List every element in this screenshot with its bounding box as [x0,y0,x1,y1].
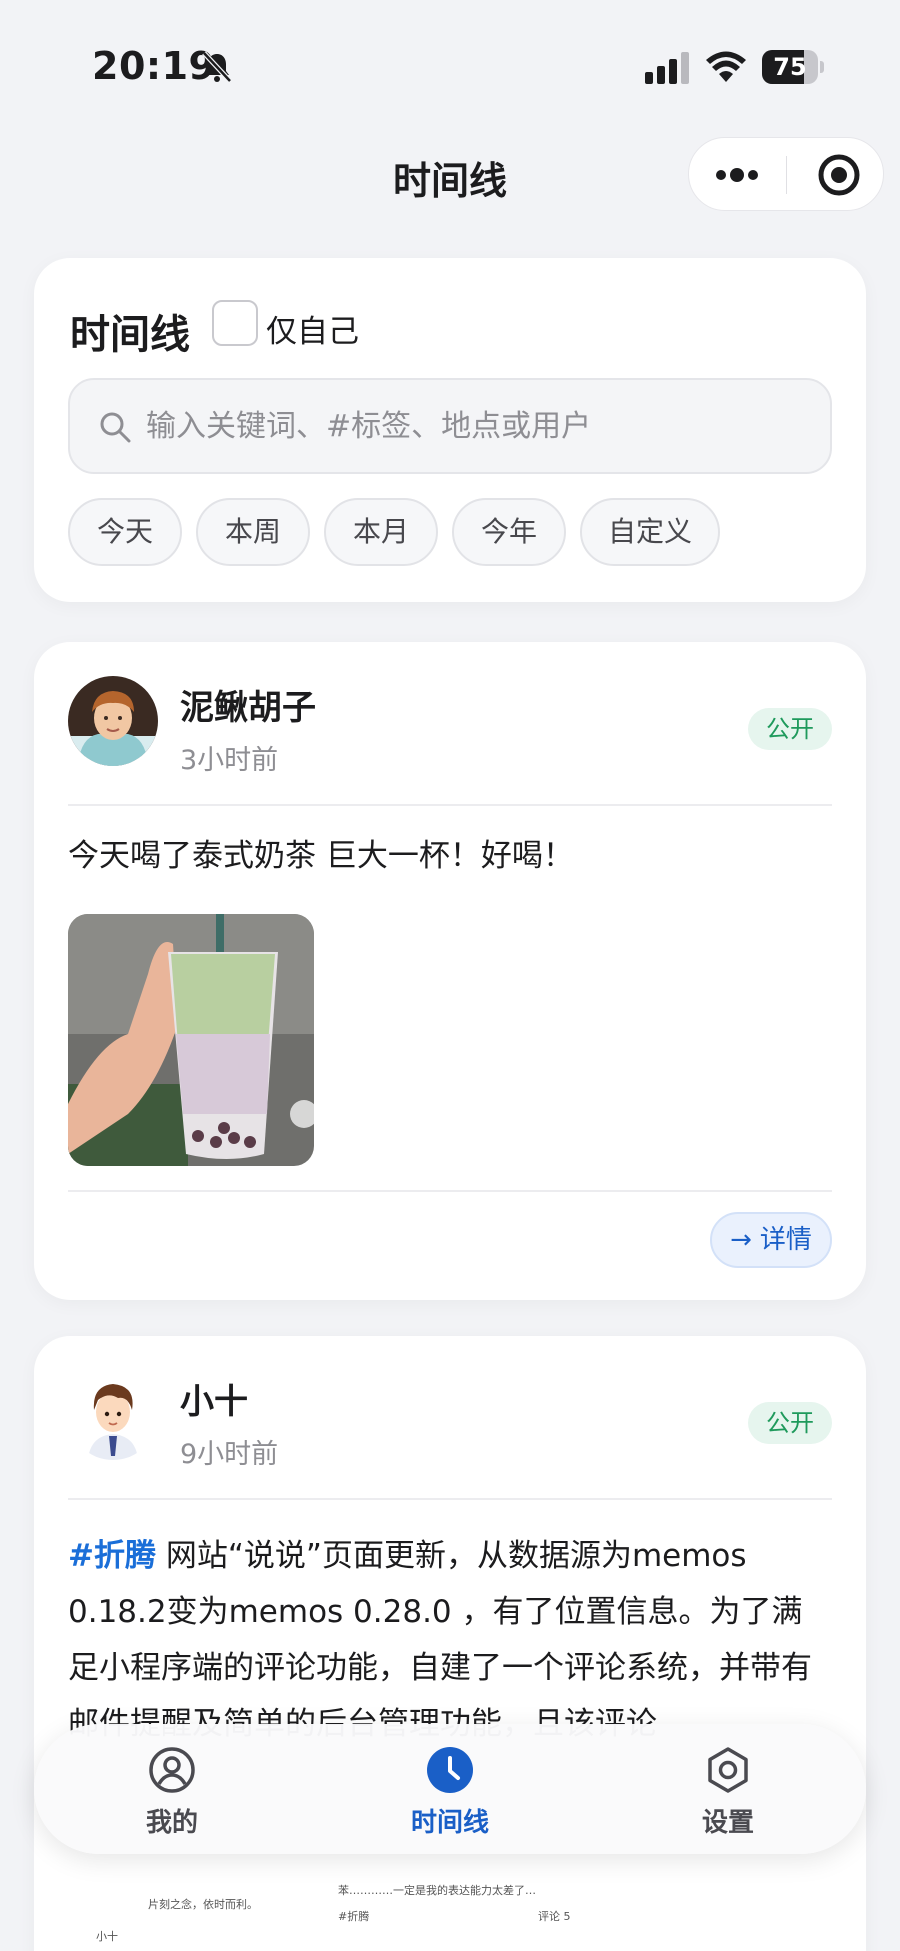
visibility-badge: 公开 [748,708,832,750]
post-screenshot-image[interactable]: 片刻之念，依时而利。 苯…………一定是我的表达能力太差了… #折腾 评论 5 小… [68,1856,832,1951]
search-box[interactable] [68,378,832,474]
status-time: 20:19 [92,44,216,88]
filter-card: 时间线 仅自己 今天 本周 本月 今年 自定义 [34,258,866,602]
chip-this-month[interactable]: 本月 [324,498,438,566]
only-self-checkbox[interactable] [212,300,258,346]
tab-label: 时间线 [410,1808,489,1838]
detail-label: 详情 [759,1225,812,1255]
cellular-signal-icon [645,52,689,84]
post-image[interactable] [68,914,314,1166]
tab-label: 设置 [701,1808,754,1838]
only-self-label[interactable]: 仅自己 [266,306,359,351]
battery-icon: 75 [762,50,824,84]
hexagon-gear-icon [708,1747,748,1793]
visibility-badge: 公开 [748,1402,832,1444]
author-name[interactable]: 泥鳅胡子 [180,680,316,729]
screenshot-tag: #折腾 [338,1910,370,1923]
divider [68,1498,832,1500]
tab-timeline[interactable]: 时间线 [370,1724,530,1854]
arrow-right-icon: → [730,1225,752,1255]
chip-today[interactable]: 今天 [68,498,182,566]
post-time: 3小时前 [180,745,279,776]
bell-muted-icon [202,51,232,83]
screenshot-comments: 评论 5 [538,1910,571,1923]
wifi-icon [706,51,746,82]
divider [68,1190,832,1192]
search-icon [100,412,131,443]
capsule-divider [786,156,787,194]
detail-button[interactable]: → 详情 [710,1212,832,1268]
tab-label: 我的 [145,1808,198,1838]
clock-icon [427,1747,473,1793]
person-icon [149,1747,195,1793]
chip-this-week[interactable]: 本周 [196,498,310,566]
post-body: 网站“说说”页面更新，从数据源为memos 0.18.2变为memos 0.28… [68,1538,812,1742]
post-text: 今天喝了泰式奶茶 巨大一杯！好喝！ [68,838,574,874]
divider [68,804,832,806]
tab-mine[interactable]: 我的 [92,1724,252,1854]
filter-title: 时间线 [70,312,190,358]
post-card[interactable]: 泥鳅胡子 3小时前 公开 今天喝了泰式奶茶 巨大一杯！好喝！ → 详情 [34,642,866,1300]
chip-custom[interactable]: 自定义 [580,498,720,566]
screenshot-caption-left: 片刻之念，依时而利。 [148,1898,258,1911]
more-icon[interactable] [707,150,767,200]
battery-level: 75 [773,53,807,81]
post-time: 9小时前 [180,1439,279,1470]
tab-settings[interactable]: 设置 [648,1724,808,1854]
chip-this-year[interactable]: 今年 [452,498,566,566]
search-input[interactable] [146,380,816,472]
author-name[interactable]: 小十 [180,1374,248,1423]
screenshot-caption-right: 苯…………一定是我的表达能力太差了… [338,1884,536,1897]
post-text: #折腾 网站“说说”页面更新，从数据源为memos 0.18.2变为memos … [68,1528,832,1752]
mini-program-capsule [688,137,884,211]
avatar[interactable] [68,1370,158,1460]
post-card[interactable]: 小十 9小时前 公开 #折腾 网站“说说”页面更新，从数据源为memos 0.1… [34,1336,866,1951]
tab-bar: 我的 时间线 设置 [34,1724,866,1854]
post-tag[interactable]: #折腾 [68,1538,156,1574]
screenshot-user: 小十 [96,1930,118,1943]
close-target-icon[interactable] [809,150,869,200]
status-bar: 20:19 75 [0,0,900,120]
avatar[interactable] [68,676,158,766]
